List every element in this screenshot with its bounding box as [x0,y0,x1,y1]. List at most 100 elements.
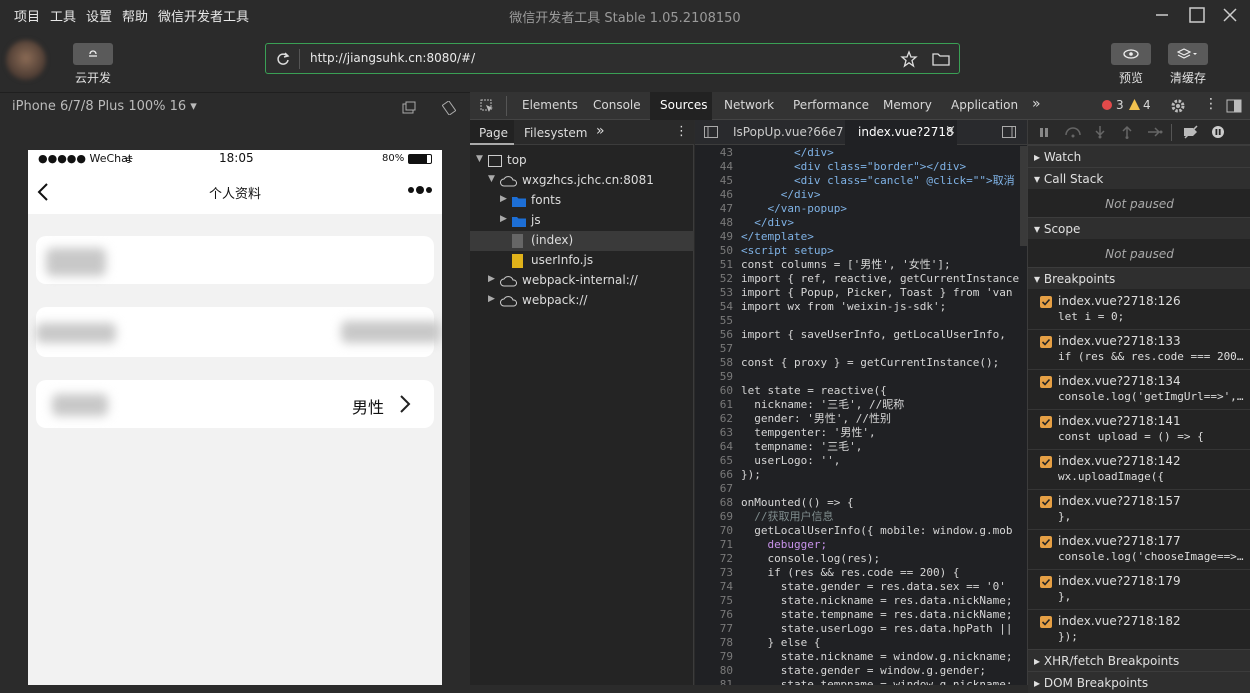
tab-memory[interactable]: Memory [883,98,932,112]
line-number[interactable]: 71 [695,538,737,552]
cloud-dev-button[interactable] [73,43,113,65]
expand-arrow-icon[interactable]: ▼ [488,174,495,184]
code-line[interactable]: import wx from 'weixin-js-sdk'; [741,300,1027,314]
line-number[interactable]: 44 [695,160,737,174]
tab-application[interactable]: Application [951,98,1018,112]
watch-section[interactable]: ▸ Watch [1028,145,1250,167]
tree-item[interactable]: ▶ js [470,211,694,231]
line-number[interactable]: 50 [695,244,737,258]
breakpoint-checkbox[interactable] [1040,576,1052,588]
code-line[interactable]: onMounted(() => { [741,496,1027,510]
line-number[interactable]: 53 [695,286,737,300]
tab-page[interactable]: Page [479,126,508,140]
toggle-navigator-icon[interactable] [704,126,718,138]
code-line[interactable] [741,314,1027,328]
tab-network[interactable]: Network [724,98,774,112]
code-line[interactable]: </div> [741,188,1027,202]
step-into-icon[interactable] [1094,125,1106,139]
line-number[interactable]: 57 [695,342,737,356]
toggle-debugger-icon[interactable] [1002,126,1016,138]
breakpoint-checkbox[interactable] [1040,336,1052,348]
code-line[interactable]: state.nickname = window.g.nickname; [741,650,1027,664]
dock-icon[interactable] [1226,99,1242,113]
line-number[interactable]: 65 [695,454,737,468]
line-number[interactable]: 46 [695,188,737,202]
line-number[interactable]: 72 [695,552,737,566]
code-line[interactable]: getLocalUserInfo({ mobile: window.g.mob [741,524,1027,538]
code-line[interactable]: userLogo: '', [741,454,1027,468]
code-line[interactable] [741,482,1027,496]
line-number[interactable]: 54 [695,300,737,314]
breakpoint-checkbox[interactable] [1040,456,1052,468]
code-line[interactable]: state.gender = res.data.sex == '0' [741,580,1027,594]
close-button[interactable] [1220,5,1240,25]
tree-item[interactable]: ▶ webpack-internal:// [470,271,694,291]
breakpoint-item[interactable]: index.vue?2718:157}, [1028,490,1250,530]
code-line[interactable]: tempname: '三毛', [741,440,1027,454]
line-number[interactable]: 77 [695,622,737,636]
line-number[interactable]: 68 [695,496,737,510]
code-line[interactable]: debugger; [741,538,1027,552]
avatar[interactable] [6,40,46,80]
breakpoint-item[interactable]: index.vue?2718:182}); [1028,610,1250,650]
expand-arrow-icon[interactable]: ▼ [476,154,483,164]
code-line[interactable]: import { saveUserInfo, getLocalUserInfo, [741,328,1027,342]
nickname-card[interactable] [36,307,441,357]
line-number[interactable]: 75 [695,594,737,608]
breakpoint-item[interactable]: index.vue?2718:142 wx.uploadImage({ [1028,450,1250,490]
breakpoint-item[interactable]: index.vue?2718:177 console.log('chooseIma… [1028,530,1250,570]
line-number[interactable]: 60 [695,384,737,398]
deactivate-breakpoints-icon[interactable] [1182,125,1200,139]
step-over-icon[interactable] [1064,126,1082,138]
code-line[interactable]: <div class="border"></div> [741,160,1027,174]
code-line[interactable]: if (res && res.code == 200) { [741,566,1027,580]
code-line[interactable]: } else { [741,636,1027,650]
line-number[interactable]: 47 [695,202,737,216]
tab-elements[interactable]: Elements [522,98,578,112]
line-number[interactable]: 67 [695,482,737,496]
code-line[interactable]: //获取用户信息 [741,510,1027,524]
collapse-arrow-icon[interactable]: ▶ [488,274,495,284]
gender-card[interactable]: 男性 [36,380,434,428]
collapse-arrow-icon[interactable]: ▶ [500,214,507,224]
minimize-button[interactable] [1152,5,1172,25]
code-line[interactable]: import { ref, reactive, getCurrentInstan… [741,272,1027,286]
tab-sources[interactable]: Sources [660,98,707,112]
avatar-card[interactable] [36,236,434,284]
breakpoint-item[interactable]: index.vue?2718:134 console.log('getImgUrl… [1028,370,1250,410]
code-line[interactable] [741,370,1027,384]
tab-performance[interactable]: Performance [793,98,869,112]
line-number[interactable]: 81 [695,678,737,685]
code-line[interactable]: </div> [741,146,1027,160]
breakpoint-checkbox[interactable] [1040,296,1052,308]
gear-icon[interactable] [1170,98,1186,114]
editor-tab-index[interactable]: index.vue?2718 [858,125,954,139]
preview-button[interactable] [1111,43,1151,65]
collapse-arrow-icon[interactable]: ▶ [500,194,507,204]
star-icon[interactable] [900,50,918,68]
code-line[interactable]: state.userLogo = res.data.hpPath || [741,622,1027,636]
line-number[interactable]: 74 [695,580,737,594]
inspect-icon[interactable] [480,99,494,113]
line-number[interactable]: 70 [695,524,737,538]
code-line[interactable]: const { proxy } = getCurrentInstance(); [741,356,1027,370]
line-number[interactable]: 64 [695,440,737,454]
more-icon[interactable] [406,185,434,195]
tab-console[interactable]: Console [593,98,641,112]
close-tab-icon[interactable]: × [945,123,956,138]
tree-item[interactable]: userInfo.js [470,251,694,271]
breakpoint-checkbox[interactable] [1040,376,1052,388]
tree-item[interactable]: ▶ webpack:// [470,291,694,311]
breakpoint-item[interactable]: index.vue?2718:133 if (res && res.code ==… [1028,330,1250,370]
code-line[interactable]: console.log(res); [741,552,1027,566]
pause-icon[interactable] [1038,126,1050,138]
call-stack-section[interactable]: ▾ Call Stack [1028,167,1250,189]
line-number[interactable]: 80 [695,664,737,678]
breakpoints-section[interactable]: ▾ Breakpoints [1028,267,1250,289]
code-line[interactable]: <script setup> [741,244,1027,258]
breakpoint-checkbox[interactable] [1040,616,1052,628]
tree-item[interactable]: (index) [470,231,694,251]
tab-filesystem[interactable]: Filesystem [524,126,587,140]
line-number[interactable]: 79 [695,650,737,664]
editor-tab-ispopup[interactable]: IsPopUp.vue?66e7 [733,125,844,139]
